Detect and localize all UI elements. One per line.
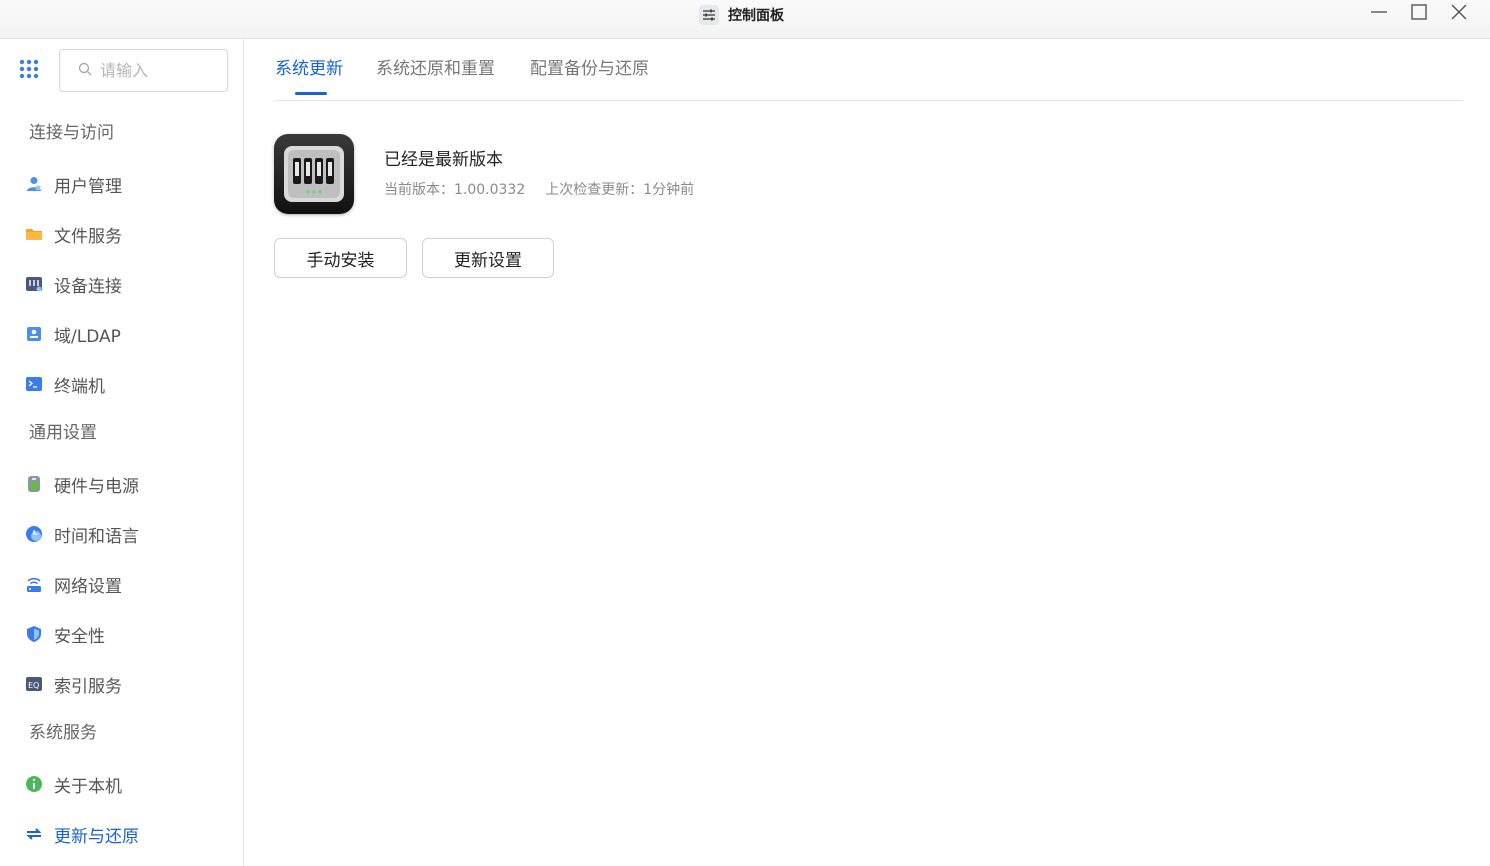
sidebar-item-devices[interactable]: 设备连接 <box>24 271 122 297</box>
user-icon <box>24 174 44 194</box>
clock-icon <box>24 524 44 544</box>
search-icon <box>78 61 92 80</box>
sidebar-item-label: 关于本机 <box>54 776 122 797</box>
network-icon <box>24 574 44 594</box>
sidebar-item-users[interactable]: 用户管理 <box>24 171 122 197</box>
nav-group-system: 系统服务 <box>29 723 97 743</box>
sidebar-item-label: 时间和语言 <box>54 526 139 547</box>
main-panel: 系统更新 系统还原和重置 配置备份与还原 已经是最新版本 当前版本：1.00.0… <box>244 39 1490 866</box>
index-icon: EQ <box>24 674 44 694</box>
sidebar-item-hardware[interactable]: 硬件与电源 <box>24 471 139 497</box>
sidebar-item-update-restore[interactable]: 更新与还原 <box>24 821 139 847</box>
manual-install-button[interactable]: 手动安装 <box>274 238 407 278</box>
directory-icon <box>24 324 44 344</box>
sliders-icon <box>699 5 719 25</box>
hardware-icon <box>24 474 44 494</box>
search-input[interactable] <box>100 61 220 80</box>
sidebar-item-label: 文件服务 <box>54 226 122 247</box>
sidebar-item-label: 索引服务 <box>54 676 122 697</box>
maximize-icon <box>1410 3 1428 25</box>
tab-config-backup-restore[interactable]: 配置备份与还原 <box>530 56 649 82</box>
svg-text:EQ: EQ <box>28 681 39 690</box>
update-status-meta: 当前版本：1.00.0332 上次检查更新：1分钟前 <box>384 179 694 199</box>
tab-system-update[interactable]: 系统更新 <box>275 56 343 82</box>
title-bar: 控制面板 <box>0 0 1490 39</box>
sidebar-item-label: 用户管理 <box>54 176 122 197</box>
sidebar-item-label: 硬件与电源 <box>54 476 139 497</box>
device-icon <box>24 274 44 294</box>
minimize-button[interactable] <box>1367 2 1391 26</box>
shield-icon <box>24 624 44 644</box>
tab-bar: 系统更新 系统还原和重置 配置备份与还原 <box>275 39 1463 101</box>
tab-system-restore-reset[interactable]: 系统还原和重置 <box>376 56 495 82</box>
sidebar-item-network[interactable]: 网络设置 <box>24 571 122 597</box>
sidebar-item-label: 安全性 <box>54 626 105 647</box>
window-title-group: 控制面板 <box>699 5 784 25</box>
search-box[interactable] <box>59 49 228 92</box>
maximize-button[interactable] <box>1407 2 1431 26</box>
sidebar-item-security[interactable]: 安全性 <box>24 621 105 647</box>
sidebar-item-terminal[interactable]: 终端机 <box>24 371 105 397</box>
folder-icon <box>24 224 44 244</box>
sidebar: 连接与访问 用户管理 文件服务 设备连接 域/LDAP 终端机 通用设置 <box>0 39 244 866</box>
sidebar-item-index[interactable]: EQ 索引服务 <box>24 671 122 697</box>
info-icon <box>24 774 44 794</box>
update-status-title: 已经是最新版本 <box>384 150 503 170</box>
terminal-icon <box>24 374 44 394</box>
sidebar-item-ldap[interactable]: 域/LDAP <box>24 321 121 347</box>
sidebar-item-time-language[interactable]: 时间和语言 <box>24 521 139 547</box>
nas-device-icon <box>274 134 354 214</box>
sidebar-item-files[interactable]: 文件服务 <box>24 221 122 247</box>
close-icon <box>1450 3 1468 25</box>
current-version: 当前版本：1.00.0332 <box>384 182 526 198</box>
sidebar-item-label: 终端机 <box>54 376 105 397</box>
active-tab-indicator <box>295 92 327 95</box>
sidebar-item-label: 设备连接 <box>54 276 122 297</box>
sidebar-item-label: 更新与还原 <box>54 826 139 847</box>
nav-group-general: 通用设置 <box>29 423 97 443</box>
update-settings-button[interactable]: 更新设置 <box>422 238 554 278</box>
sidebar-item-label: 域/LDAP <box>54 326 121 347</box>
last-check-time: 上次检查更新：1分钟前 <box>545 182 695 198</box>
sync-icon <box>24 824 44 844</box>
nav-group-connect: 连接与访问 <box>29 123 114 143</box>
window-title: 控制面板 <box>728 8 784 24</box>
apps-grid-icon[interactable] <box>19 59 39 79</box>
sidebar-item-about[interactable]: 关于本机 <box>24 771 122 797</box>
sidebar-item-label: 网络设置 <box>54 576 122 597</box>
minimize-icon <box>1370 3 1388 25</box>
close-button[interactable] <box>1447 2 1471 26</box>
